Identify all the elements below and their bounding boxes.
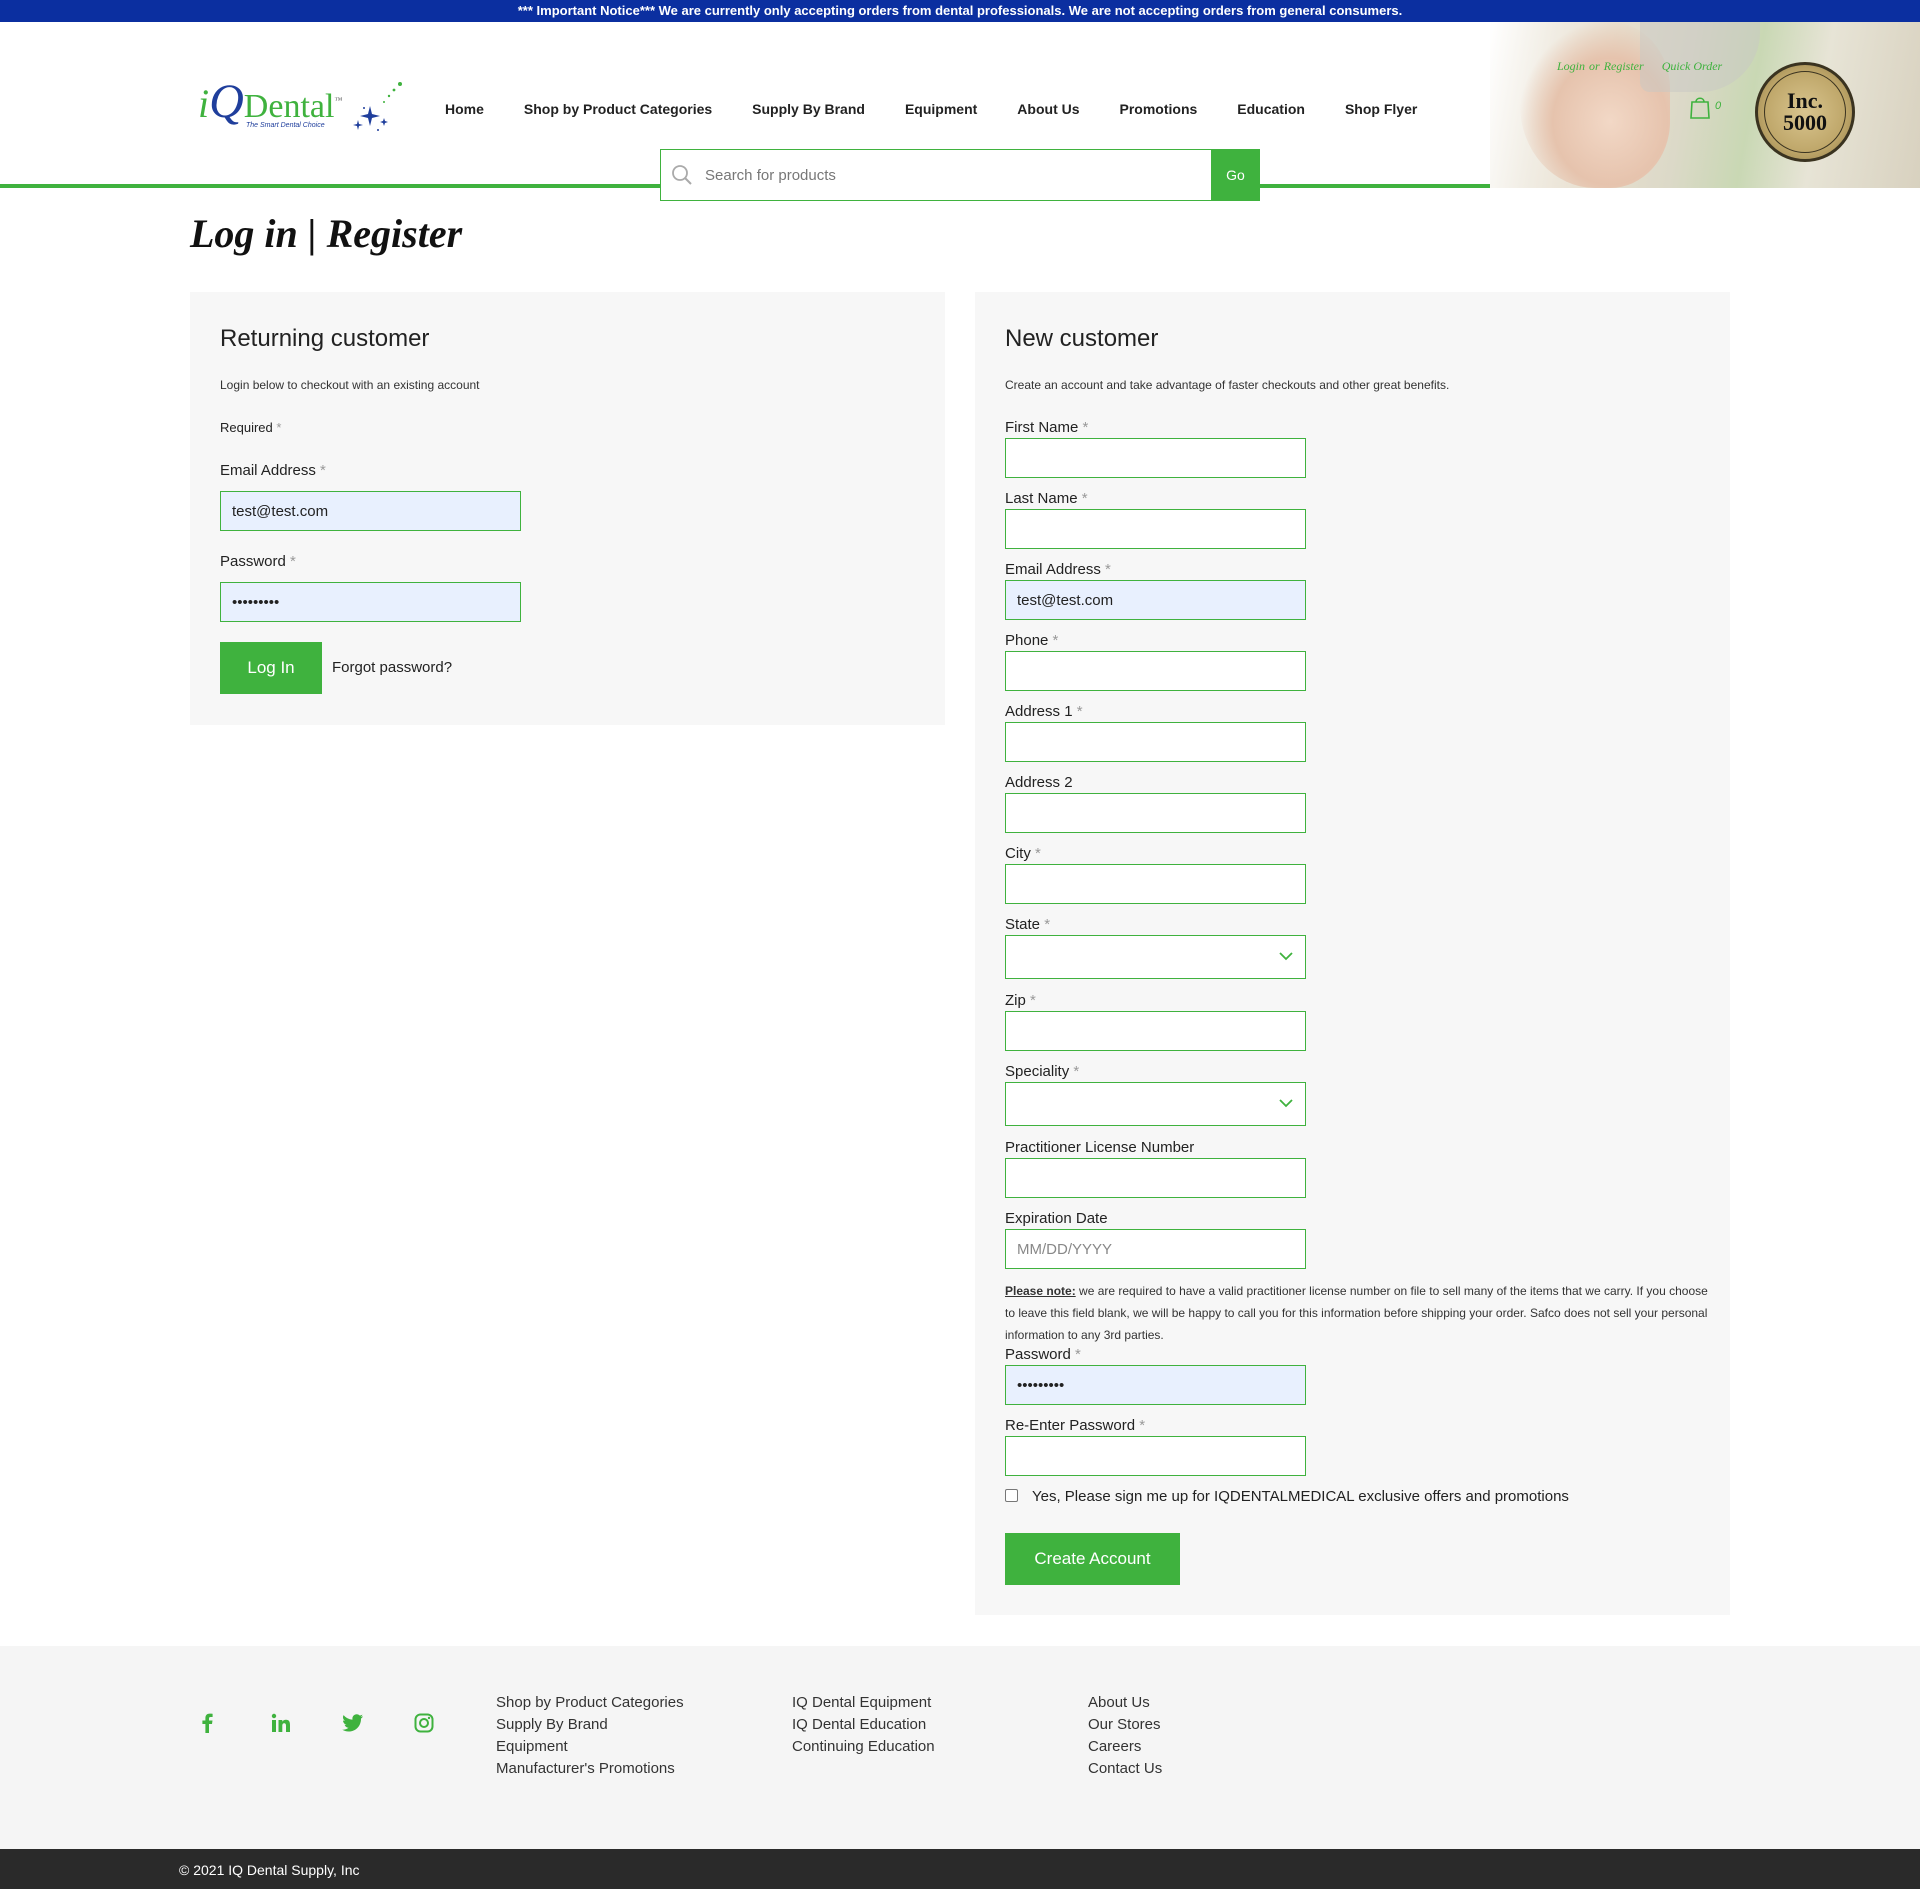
footer-link-careers[interactable]: Careers: [1088, 1736, 1162, 1758]
state-select[interactable]: [1005, 935, 1306, 979]
copyright-bar: © 2021 IQ Dental Supply, Inc: [0, 1849, 1920, 1889]
facebook-icon[interactable]: [194, 1710, 220, 1736]
footer-link-supply-by-brand[interactable]: Supply By Brand: [496, 1714, 684, 1736]
nav-shop-flyer[interactable]: Shop Flyer: [1345, 101, 1417, 117]
nav-supply-by-brand[interactable]: Supply By Brand: [752, 101, 865, 117]
footer-link-about-us[interactable]: About Us: [1088, 1692, 1162, 1714]
sparkle-stars-icon: [353, 82, 402, 131]
footer-link-equipment[interactable]: Equipment: [496, 1736, 684, 1758]
inc-5000-badge: Inc. 5000: [1755, 62, 1855, 162]
last-name-label: Last Name *: [1005, 490, 1088, 507]
first-name-label: First Name *: [1005, 419, 1089, 436]
footer-link-continuing-education[interactable]: Continuing Education: [792, 1736, 935, 1758]
copyright-text: © 2021 IQ Dental Supply, Inc: [179, 1862, 360, 1878]
city-input[interactable]: [1005, 864, 1306, 904]
search-icon: [661, 150, 703, 200]
shopping-bag-icon[interactable]: [1688, 94, 1712, 120]
logo-wordmark: iQDental™: [198, 75, 343, 128]
account-links: Login or Register Quick Order: [1557, 59, 1722, 74]
footer-link-iq-dental-equipment[interactable]: IQ Dental Equipment: [792, 1692, 935, 1714]
license-number-label: Practitioner License Number: [1005, 1139, 1195, 1156]
forgot-password-link[interactable]: Forgot password?: [332, 659, 452, 676]
log-in-button[interactable]: Log In: [220, 642, 322, 694]
register-email-label: Email Address *: [1005, 561, 1111, 578]
footer-column-company: About Us Our Stores Careers Contact Us: [1088, 1692, 1162, 1780]
returning-customer-panel: Returning customer Login below to checko…: [190, 292, 945, 725]
footer-column-shop: Shop by Product Categories Supply By Bra…: [496, 1692, 684, 1780]
footer-link-iq-dental-education[interactable]: IQ Dental Education: [792, 1714, 935, 1736]
login-password-input[interactable]: [220, 582, 521, 622]
offers-signup-checkbox[interactable]: [1005, 1489, 1018, 1502]
register-password-input[interactable]: [1005, 1365, 1306, 1405]
nav-education[interactable]: Education: [1237, 101, 1305, 117]
footer-column-iq-dental: IQ Dental Equipment IQ Dental Education …: [792, 1692, 935, 1758]
nav-shop-by-product-categories[interactable]: Shop by Product Categories: [524, 101, 712, 117]
nav-equipment[interactable]: Equipment: [905, 101, 977, 117]
address-2-input[interactable]: [1005, 793, 1306, 833]
register-password-label: Password *: [1005, 1346, 1081, 1363]
quick-order-link[interactable]: Quick Order: [1662, 59, 1723, 74]
footer-link-shop-by-product-categories[interactable]: Shop by Product Categories: [496, 1692, 684, 1714]
twitter-icon[interactable]: [340, 1710, 366, 1736]
linkedin-icon[interactable]: [268, 1710, 294, 1736]
expiration-date-label: Expiration Date: [1005, 1210, 1108, 1227]
login-link[interactable]: Login: [1557, 59, 1585, 73]
nav-home[interactable]: Home: [445, 101, 484, 117]
register-email-input[interactable]: [1005, 580, 1306, 620]
returning-customer-description: Login below to checkout with an existing…: [220, 378, 480, 392]
nav-about-us[interactable]: About Us: [1017, 101, 1079, 117]
login-email-input[interactable]: [220, 491, 521, 531]
login-password-label: Password *: [220, 553, 296, 570]
hero-dental-lamp-image: [1640, 22, 1760, 92]
site-header: iQDental™ The Smart Dental Choice Home S…: [0, 22, 1920, 201]
phone-label: Phone *: [1005, 632, 1059, 649]
chevron-down-icon: [1279, 952, 1293, 961]
logo-tagline: The Smart Dental Choice: [246, 122, 325, 129]
offers-signup-label[interactable]: Yes, Please sign me up for IQDENTALMEDIC…: [1032, 1488, 1569, 1505]
site-logo[interactable]: iQDental™ The Smart Dental Choice: [198, 60, 408, 140]
register-link[interactable]: Register: [1604, 59, 1644, 73]
zip-label: Zip *: [1005, 992, 1036, 1009]
badge-ring: [1764, 71, 1846, 153]
reenter-password-input[interactable]: [1005, 1436, 1306, 1476]
speciality-select[interactable]: [1005, 1082, 1306, 1126]
speciality-label: Speciality *: [1005, 1063, 1080, 1080]
phone-input[interactable]: [1005, 651, 1306, 691]
page-title: Log in | Register: [190, 211, 463, 256]
address-1-label: Address 1 *: [1005, 703, 1083, 720]
search-input[interactable]: [703, 150, 1211, 200]
footer-link-contact-us[interactable]: Contact Us: [1088, 1758, 1162, 1780]
new-customer-panel: New customer Create an account and take …: [975, 292, 1730, 1615]
create-account-button[interactable]: Create Account: [1005, 1533, 1180, 1585]
returning-customer-heading: Returning customer: [220, 325, 430, 352]
reenter-password-label: Re-Enter Password *: [1005, 1417, 1146, 1434]
site-footer: Shop by Product Categories Supply By Bra…: [0, 1646, 1920, 1849]
main-nav: Home Shop by Product Categories Supply B…: [445, 101, 1457, 117]
cart-count: 0: [1715, 100, 1722, 112]
license-note: Please note: we are required to have a v…: [1005, 1284, 1708, 1342]
important-notice-bar: *** Important Notice*** We are currently…: [0, 0, 1920, 22]
first-name-input[interactable]: [1005, 438, 1306, 478]
search-go-button[interactable]: Go: [1211, 149, 1260, 201]
nav-promotions[interactable]: Promotions: [1120, 101, 1198, 117]
expiration-date-input[interactable]: [1005, 1229, 1306, 1269]
search-bar: Go: [660, 149, 1260, 201]
state-label: State *: [1005, 916, 1051, 933]
footer-link-our-stores[interactable]: Our Stores: [1088, 1714, 1162, 1736]
instagram-icon[interactable]: [411, 1710, 437, 1736]
last-name-input[interactable]: [1005, 509, 1306, 549]
login-email-label: Email Address *: [220, 462, 326, 479]
new-customer-heading: New customer: [1005, 325, 1159, 352]
address-1-input[interactable]: [1005, 722, 1306, 762]
zip-input[interactable]: [1005, 1011, 1306, 1051]
footer-link-manufacturers-promotions[interactable]: Manufacturer's Promotions: [496, 1758, 684, 1780]
license-number-input[interactable]: [1005, 1158, 1306, 1198]
city-label: City *: [1005, 845, 1041, 862]
required-note: Required *: [220, 420, 282, 435]
address-2-label: Address 2: [1005, 774, 1073, 791]
chevron-down-icon: [1279, 1099, 1293, 1108]
or-text: or: [1589, 59, 1600, 73]
new-customer-description: Create an account and take advantage of …: [1005, 378, 1450, 392]
